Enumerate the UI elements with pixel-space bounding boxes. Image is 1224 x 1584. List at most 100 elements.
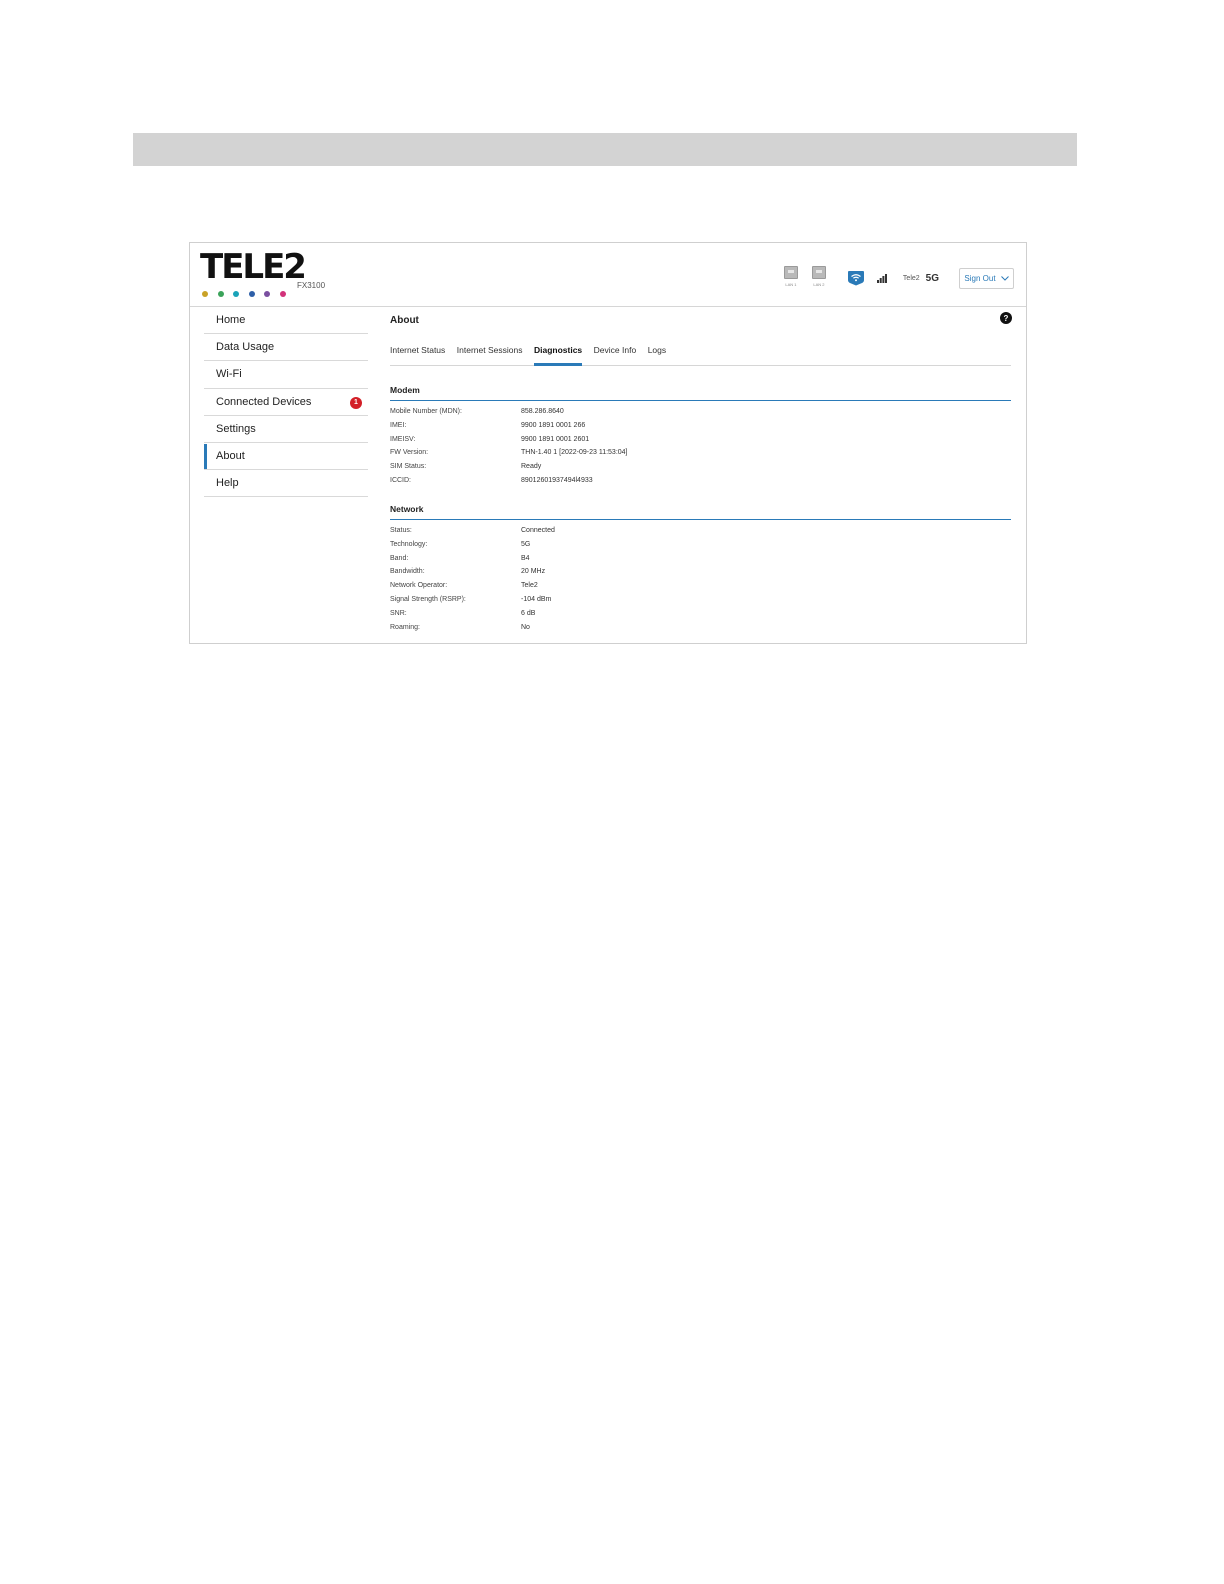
field-value: 9900 1891 0001 2601: [521, 435, 590, 443]
field-label: Bandwidth:: [390, 568, 425, 576]
network-row-snr: SNR: 6 dB: [390, 610, 990, 624]
field-value: Connected: [521, 527, 555, 534]
sidebar-item-settings[interactable]: Settings: [204, 416, 368, 443]
field-label: ICCID:: [390, 476, 411, 484]
ethernet-port-icon: [811, 266, 826, 279]
network-row-signal-strength: Signal Strength (RSRP): -104 dBm: [390, 596, 990, 610]
tab-bar: Internet Status Internet Sessions Diagno…: [390, 343, 1011, 366]
sidebar-item-help[interactable]: Help: [204, 470, 368, 498]
signal-bars-icon: [876, 273, 887, 283]
logo-text: TELE2: [200, 247, 307, 287]
modem-row-mdn: Mobile Number (MDN): 858.286.8640: [390, 408, 990, 422]
modem-row-fw-version: FW Version: THN-1.40 1 [2022-09-23 11:53…: [390, 449, 990, 463]
sidebar-item-label: About: [216, 450, 245, 463]
tab-logs[interactable]: Logs: [648, 343, 666, 365]
wifi-icon[interactable]: [847, 270, 865, 286]
chevron-down-icon: [1000, 275, 1009, 281]
status-icons: LAN 1 LAN 2 Tele2 5G Sign Out: [783, 265, 1014, 291]
page-title: About: [390, 315, 419, 326]
top-gray-bar: [133, 133, 1077, 166]
sign-out-button[interactable]: Sign Out: [959, 267, 1014, 289]
modem-row-imeisv: IMEISV: 9900 1891 0001 2601: [390, 436, 990, 450]
sidebar-item-label: Connected Devices: [216, 395, 312, 408]
modem-row-imei: IMEI: 9900 1891 0001 266: [390, 422, 990, 436]
tab-internet-status[interactable]: Internet Status: [390, 343, 445, 365]
network-row-band: Band: B4: [390, 555, 990, 569]
logo-dot: [202, 291, 208, 297]
field-value: 5G: [521, 540, 531, 548]
tab-internet-sessions[interactable]: Internet Sessions: [457, 343, 523, 365]
modem-row-iccid: ICCID: 89012601937494l4933: [390, 477, 990, 491]
modem-section-title: Modem: [390, 385, 420, 395]
network-details: Status: Connected Technology: 5G Band: B…: [390, 527, 990, 637]
field-label: SIM Status:: [390, 463, 427, 471]
logo-dots: [202, 291, 286, 299]
network-row-operator: Network Operator: Tele2: [390, 582, 990, 596]
operator-name: Tele2: [902, 274, 920, 282]
field-value: 89012601937494l4933: [521, 476, 593, 484]
sign-out-label: Sign Out: [964, 273, 996, 283]
field-value: -104 dBm: [521, 595, 552, 603]
logo-dot: [264, 291, 270, 297]
section-divider: [390, 400, 1011, 401]
tab-device-info[interactable]: Device Info: [594, 343, 637, 365]
field-label: IMEISV:: [390, 435, 416, 443]
field-value: Tele2: [521, 582, 538, 590]
help-icon[interactable]: ?: [1000, 312, 1012, 324]
field-label: Mobile Number (MDN):: [390, 408, 462, 415]
field-label: Technology:: [390, 540, 428, 548]
field-label: FW Version:: [390, 449, 429, 457]
field-value: 9900 1891 0001 266: [521, 421, 586, 429]
sidebar-nav: Home Data Usage Wi-Fi Connected Devices …: [204, 307, 368, 498]
field-value: 858.286.8640: [521, 408, 564, 415]
field-label: Signal Strength (RSRP):: [390, 595, 466, 603]
tab-diagnostics[interactable]: Diagnostics: [533, 343, 583, 366]
logo-dot: [279, 291, 286, 297]
lan2-label: LAN 2: [813, 282, 825, 287]
sidebar-item-label: Help: [216, 477, 239, 490]
logo-dot: [248, 291, 255, 297]
sidebar-item-label: Settings: [216, 422, 256, 435]
field-label: SNR:: [390, 609, 407, 617]
sidebar-item-label: Data Usage: [216, 341, 275, 354]
network-row-technology: Technology: 5G: [390, 541, 990, 555]
network-row-status: Status: Connected: [390, 527, 990, 541]
field-label: Network Operator:: [390, 582, 448, 590]
header: TELE2 FX3100 LAN 1 LAN 2 Tele2 5G Sign O…: [190, 243, 1026, 307]
field-label: IMEI:: [390, 421, 407, 429]
lan1-status: LAN 1: [783, 266, 799, 290]
field-label: Band:: [390, 554, 409, 562]
sidebar-item-label: Wi-Fi: [216, 368, 242, 381]
sidebar-item-label: Home: [216, 314, 246, 327]
field-value: No: [521, 623, 530, 631]
modem-row-sim-status: SIM Status: Ready: [390, 463, 990, 477]
field-label: Status:: [390, 527, 412, 534]
field-value: 20 MHz: [521, 568, 546, 576]
network-type: 5G: [925, 272, 939, 284]
field-value: B4: [521, 554, 530, 562]
sidebar-item-home[interactable]: Home: [204, 307, 368, 335]
logo-dot: [233, 291, 239, 297]
section-divider: [390, 519, 1011, 520]
network-section-title: Network: [390, 504, 424, 514]
lan2-status: LAN 2: [811, 266, 827, 290]
network-row-bandwidth: Bandwidth: 20 MHz: [390, 568, 990, 582]
modem-details: Mobile Number (MDN): 858.286.8640 IMEI: …: [390, 408, 990, 491]
lan1-label: LAN 1: [785, 282, 797, 287]
sidebar-item-about[interactable]: About: [204, 443, 368, 471]
device-model: FX3100: [297, 281, 326, 290]
notification-badge: 1: [350, 396, 362, 409]
sidebar-item-connected-devices[interactable]: Connected Devices 1: [204, 389, 368, 416]
logo-dot: [217, 291, 224, 297]
network-row-roaming: Roaming: No: [390, 624, 990, 638]
sidebar-item-data-usage[interactable]: Data Usage: [204, 334, 368, 362]
tele2-logo[interactable]: TELE2: [200, 247, 307, 299]
field-value: 6 dB: [521, 609, 536, 617]
main-content: About ? Internet Status Internet Session…: [390, 307, 1012, 643]
ethernet-port-icon: [783, 266, 798, 279]
field-value: THN-1.40 1 [2022-09-23 11:53:04]: [521, 449, 628, 457]
field-value: Ready: [521, 463, 542, 471]
router-admin-window: TELE2 FX3100 LAN 1 LAN 2 Tele2 5G Sign O…: [189, 242, 1027, 644]
field-label: Roaming:: [390, 623, 420, 631]
sidebar-item-wifi[interactable]: Wi-Fi: [204, 361, 368, 389]
